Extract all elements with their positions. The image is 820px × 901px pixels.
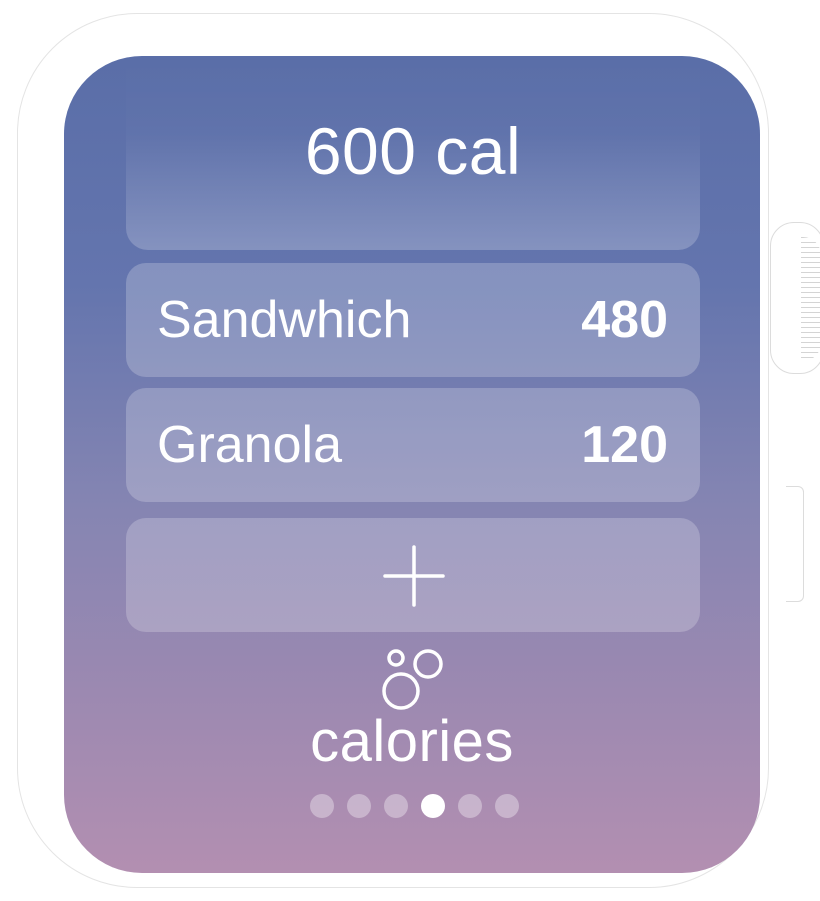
entry-label: Sandwhich (157, 291, 412, 349)
page-dot[interactable] (384, 794, 408, 818)
total-calories: 600 cal (304, 114, 522, 188)
app-name: calories (310, 709, 514, 774)
entry-row-granola[interactable]: Granola 120 (126, 388, 700, 502)
entry-label: Granola (157, 416, 342, 474)
page-dot[interactable] (421, 794, 445, 818)
side-button[interactable] (786, 486, 804, 602)
page-dot[interactable] (495, 794, 519, 818)
entry-calories: 120 (581, 416, 668, 474)
page-dot[interactable] (310, 794, 334, 818)
entry-calories: 480 (581, 291, 668, 349)
plus-icon (383, 545, 445, 607)
add-entry-button[interactable] (126, 518, 700, 632)
entry-row-sandwich[interactable]: Sandwhich 480 (126, 263, 700, 377)
page-indicator[interactable] (310, 794, 520, 818)
page-dot[interactable] (458, 794, 482, 818)
watch-screen: 600 cal Sandwhich 480 Granola 120 calori… (64, 56, 760, 873)
total-calories-card: 600 cal (126, 56, 700, 250)
watch-frame: 600 cal Sandwhich 480 Granola 120 calori… (17, 13, 820, 888)
page-dot[interactable] (347, 794, 371, 818)
digital-crown[interactable] (770, 222, 820, 374)
